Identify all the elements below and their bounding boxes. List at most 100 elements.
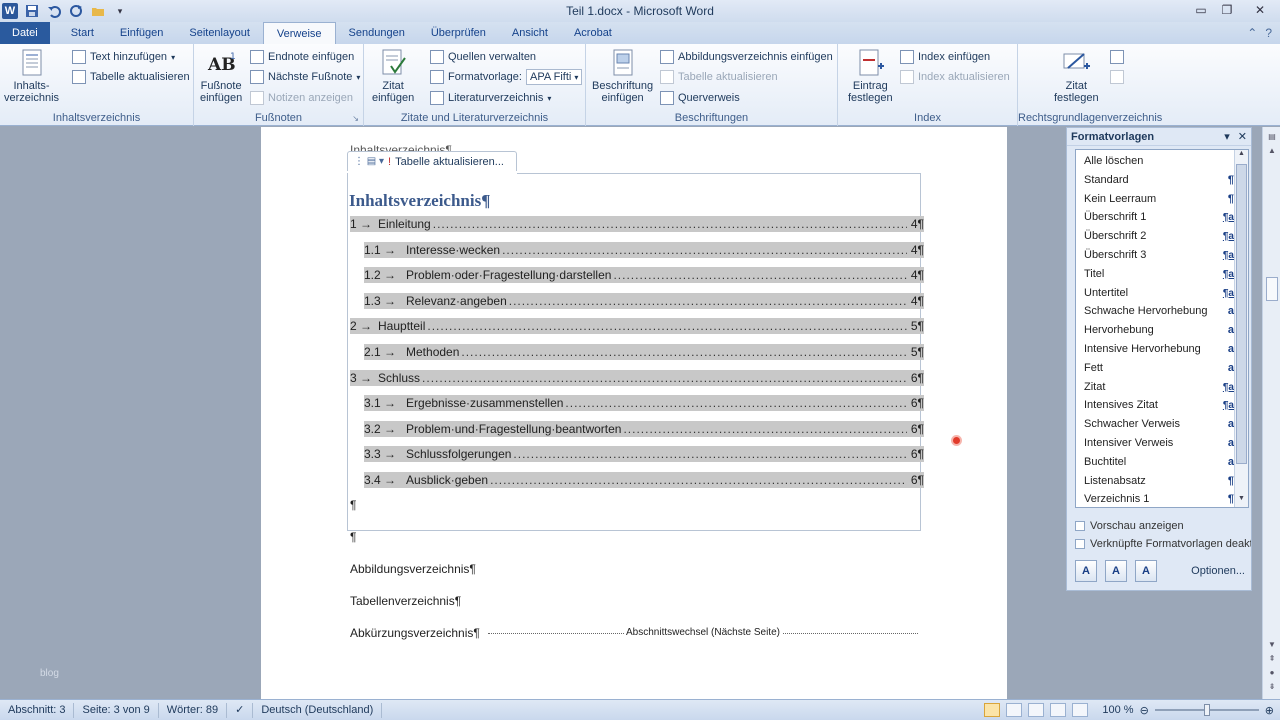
status-words[interactable]: Wörter: 89: [159, 702, 228, 718]
tab-ueberpruefen[interactable]: Überprüfen: [418, 22, 499, 44]
restore-icon[interactable]: ❐: [1214, 0, 1240, 20]
style-item[interactable]: Kein Leerraum ¶: [1084, 190, 1234, 208]
save-icon[interactable]: [24, 3, 40, 19]
preview-checkbox[interactable]: [1075, 521, 1085, 531]
close-icon[interactable]: ✕: [1240, 0, 1280, 20]
tab-sendungen[interactable]: Sendungen: [336, 22, 418, 44]
linked-styles-checkbox-row[interactable]: Verknüpfte Formatvorlagen deaktivieren: [1075, 538, 1251, 550]
toc-entry[interactable]: 1.2 → Problem·oder·Fragestellung·darstell…: [364, 267, 924, 283]
linked-styles-checkbox[interactable]: [1075, 539, 1085, 549]
style-item[interactable]: Alle löschen: [1084, 152, 1234, 170]
cross-reference-button[interactable]: Querverweis: [660, 89, 740, 107]
full-screen-view-icon[interactable]: [1006, 703, 1023, 717]
scroll-up-icon[interactable]: ▲: [1235, 150, 1248, 162]
toc-control-menu-icon[interactable]: ⋮ ▤ ▾: [354, 156, 384, 167]
show-notes-button[interactable]: Notizen anzeigen: [250, 89, 353, 107]
tab-verweise[interactable]: Verweise: [262, 22, 336, 44]
outline-view-icon[interactable]: [1050, 703, 1067, 717]
print-layout-view-icon[interactable]: [984, 703, 1001, 717]
style-item[interactable]: Intensiver Verweis a: [1084, 434, 1234, 452]
next-footnote-button[interactable]: Nächste Fußnote ▾: [250, 68, 360, 86]
minimize-ribbon-icon[interactable]: ⌃: [1247, 26, 1257, 40]
document-scroll-thumb[interactable]: [1266, 277, 1278, 301]
citation-style-select[interactable]: APA Fifti ▾: [525, 69, 583, 85]
tab-einfuegen[interactable]: Einfügen: [107, 22, 176, 44]
redo-icon[interactable]: [68, 3, 84, 19]
toc-entry[interactable]: 3 → Schluss..............................…: [350, 370, 924, 386]
zoom-slider-knob[interactable]: [1203, 704, 1210, 716]
style-item[interactable]: Zitat ¶a: [1084, 378, 1234, 396]
bibliography-button[interactable]: Literaturverzeichnis ▾: [430, 89, 551, 107]
next-page-icon[interactable]: ⇟: [1265, 679, 1279, 693]
toc-entry[interactable]: 3.4 → Ausblick·geben.....................…: [364, 472, 924, 488]
tab-start[interactable]: Start: [58, 22, 107, 44]
tab-acrobat[interactable]: Acrobat: [561, 22, 625, 44]
zoom-out-icon[interactable]: ⊖: [1140, 704, 1149, 717]
tab-seitenlayout[interactable]: Seitenlayout: [176, 22, 263, 44]
ruler-toggle-icon[interactable]: ▤: [1265, 129, 1279, 143]
style-item[interactable]: Schwacher Verweis a: [1084, 415, 1234, 433]
toc-entry[interactable]: 2.1 → Methoden...........................…: [364, 344, 924, 360]
style-item[interactable]: Untertitel ¶a: [1084, 284, 1234, 302]
insert-index-button[interactable]: Index einfügen: [900, 48, 990, 66]
update-toc-button[interactable]: Tabelle aktualisieren: [72, 68, 190, 86]
proofing-icon[interactable]: ✓: [227, 702, 254, 718]
insert-figures-table-button[interactable]: Abbildungsverzeichnis einfügen: [660, 48, 833, 66]
pane-options-icon[interactable]: ▾: [1224, 130, 1230, 143]
mark-entry-button[interactable]: Eintrag festlegen: [848, 48, 893, 104]
toc-entry[interactable]: 1.1 → Interesse·wecken...................…: [364, 242, 924, 258]
open-folder-icon[interactable]: [90, 3, 106, 19]
zoom-slider[interactable]: [1154, 704, 1259, 716]
insert-endnote-button[interactable]: Endnote einfügen: [250, 48, 354, 66]
web-layout-view-icon[interactable]: [1028, 703, 1045, 717]
style-item[interactable]: Intensive Hervorhebung a: [1084, 340, 1234, 358]
options-link[interactable]: Optionen...: [1191, 565, 1245, 577]
tab-datei[interactable]: Datei: [0, 22, 50, 44]
style-item[interactable]: Überschrift 1 ¶a: [1084, 208, 1234, 226]
insert-authorities-button[interactable]: [1110, 48, 1124, 66]
manage-sources-button[interactable]: Quellen verwalten: [430, 48, 536, 66]
style-item[interactable]: Titel ¶a: [1084, 265, 1234, 283]
undo-icon[interactable]: [46, 3, 62, 19]
scroll-up-arrow-icon[interactable]: ▲: [1265, 143, 1279, 157]
add-text-button[interactable]: Text hinzufügen ▾: [72, 48, 175, 66]
tab-ansicht[interactable]: Ansicht: [499, 22, 561, 44]
browse-object-icon[interactable]: ●: [1265, 665, 1279, 679]
pane-close-icon[interactable]: ✕: [1238, 130, 1247, 143]
customize-qat-icon[interactable]: ▾: [112, 3, 128, 19]
insert-footnote-button[interactable]: AB 1 Fußnote einfügen: [200, 48, 242, 104]
minimize-icon[interactable]: ▭: [1188, 0, 1214, 20]
help-icon[interactable]: ?: [1265, 26, 1272, 40]
style-item[interactable]: Standard ¶: [1084, 171, 1234, 189]
preview-checkbox-row[interactable]: Vorschau anzeigen: [1075, 520, 1251, 532]
style-item[interactable]: Fett a: [1084, 359, 1234, 377]
zoom-level[interactable]: 100 %: [1102, 704, 1133, 716]
manage-styles-button[interactable]: A: [1135, 560, 1157, 582]
toc-button[interactable]: Inhalts- verzeichnis: [4, 48, 59, 104]
toc-entry[interactable]: 2 → Hauptteil............................…: [350, 318, 924, 334]
toc-control-update-label[interactable]: Tabelle aktualisieren...: [395, 156, 504, 168]
style-inspector-button[interactable]: A: [1105, 560, 1127, 582]
footnote-dialog-launcher-icon[interactable]: ↘: [352, 114, 359, 123]
style-item[interactable]: Überschrift 3 ¶a: [1084, 246, 1234, 264]
style-item[interactable]: Überschrift 2 ¶a: [1084, 227, 1234, 245]
document-vertical-scrollbar[interactable]: ▤ ▲ ▼ ⇞ ● ⇟: [1262, 127, 1280, 699]
toc-entry[interactable]: 3.1 → Ergebnisse·zusammenstellen.........…: [364, 395, 924, 411]
scroll-down-icon[interactable]: ▼: [1235, 495, 1248, 507]
style-item[interactable]: Verzeichnis 1 ¶: [1084, 490, 1234, 507]
status-section[interactable]: Abschnitt: 3: [0, 702, 75, 718]
styles-list-scrollbar[interactable]: ▲ ▼: [1234, 150, 1248, 507]
update-figures-table-button[interactable]: Tabelle aktualisieren: [660, 68, 778, 86]
status-language[interactable]: Deutsch (Deutschland): [253, 702, 383, 718]
toc-entry[interactable]: 3.3 → Schlussfolgerungen.................…: [364, 446, 924, 462]
status-page[interactable]: Seite: 3 von 9: [74, 702, 159, 718]
style-item[interactable]: Buchtitel a: [1084, 453, 1234, 471]
toc-content-control-tab[interactable]: ⋮ ▤ ▾ ! Tabelle aktualisieren...: [347, 151, 517, 171]
insert-citation-button[interactable]: Zitat einfügen: [372, 48, 414, 104]
word-logo-icon[interactable]: W: [2, 3, 18, 19]
scroll-down-arrow-icon[interactable]: ▼: [1265, 637, 1279, 651]
update-index-button[interactable]: Index aktualisieren: [900, 68, 1010, 86]
insert-caption-button[interactable]: Beschriftung einfügen: [592, 48, 653, 104]
update-authorities-button[interactable]: [1110, 68, 1124, 86]
draft-view-icon[interactable]: [1072, 703, 1089, 717]
